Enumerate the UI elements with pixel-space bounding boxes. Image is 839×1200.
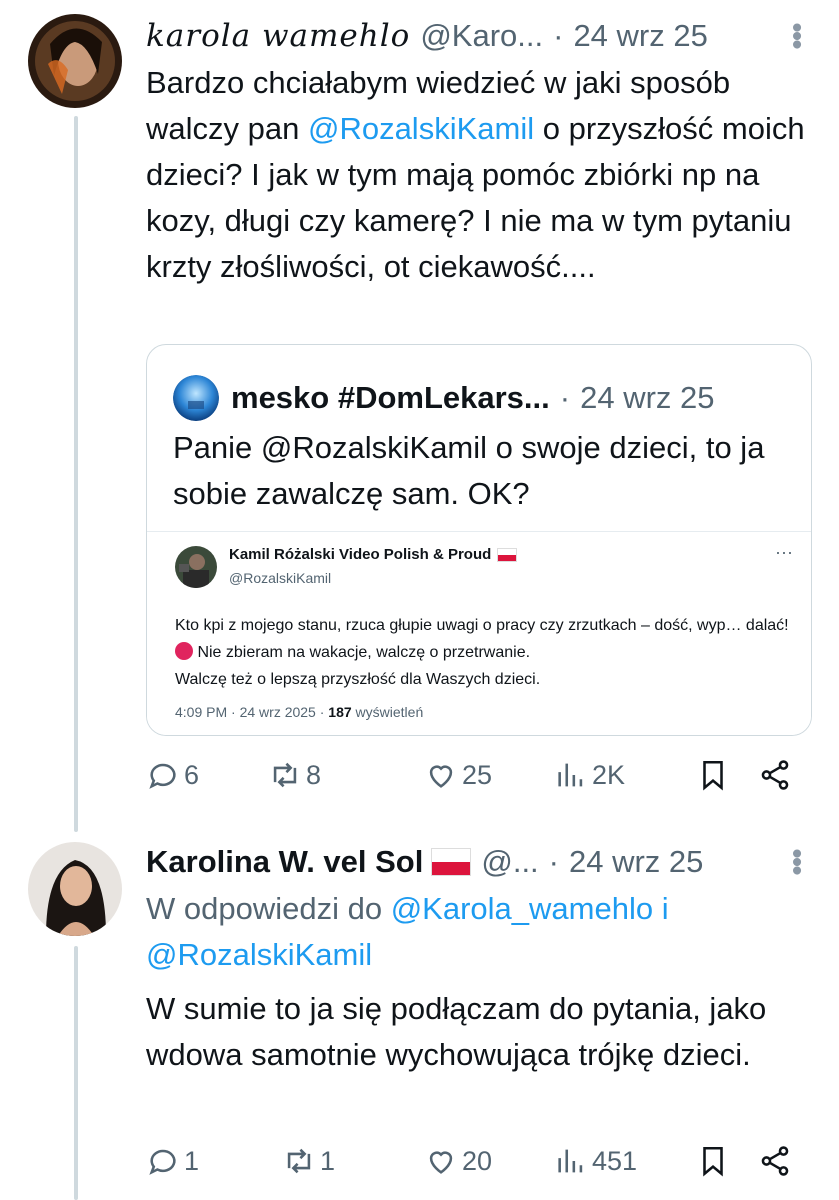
repost-count: 1 [320, 1145, 336, 1176]
mention-link[interactable]: @Karola_wamehlo [391, 891, 653, 926]
tweet-actions: 6 8 25 2K [146, 758, 809, 798]
bookmark-button[interactable] [696, 758, 730, 792]
repost-count: 8 [306, 759, 322, 790]
tweet-date[interactable]: 24 wrz 25 [569, 844, 703, 880]
bookmark-icon [703, 1146, 723, 1177]
share-button[interactable] [758, 758, 792, 792]
reply-button[interactable]: 6 [146, 758, 199, 792]
embedded-handle: @RozalskiKamil [229, 570, 332, 586]
embedded-more-icon: ··· [775, 542, 793, 562]
views-button[interactable]: 2K [554, 758, 625, 792]
like-count: 25 [462, 759, 493, 790]
tweet-header: karola wamehlo @Karo... · 24 wrz 25 ••• [146, 14, 813, 58]
embedded-text-line: Nie zbieram na wakacje, walczę o przetrw… [193, 644, 531, 661]
bookmark-icon [703, 760, 723, 791]
reply-icon [149, 1149, 176, 1175]
quote-header: mesko #DomLekars... · 24 wrz 25 [173, 375, 781, 421]
more-vertical-icon[interactable]: ••• [779, 848, 813, 874]
mention-link[interactable]: @RozalskiKamil [308, 111, 534, 146]
bookmark-button[interactable] [696, 1144, 730, 1178]
separator-dot: · [559, 380, 571, 415]
repost-icon [287, 1148, 311, 1174]
mention-link[interactable]: @RozalskiKamil [146, 937, 372, 972]
embedded-avatar-image [175, 546, 217, 588]
thread-line-2 [74, 946, 78, 1200]
repost-button[interactable]: 8 [268, 758, 321, 792]
like-count: 20 [462, 1145, 493, 1176]
embedded-author-name: Kamil Różalski Video Polish & Proud [229, 546, 518, 563]
avatar-image [28, 842, 122, 936]
thread-line-1 [74, 116, 78, 832]
reply-icon [149, 763, 176, 789]
separator-dot: · [553, 18, 564, 53]
poland-flag-icon [497, 547, 518, 562]
embedded-author-name-text: Kamil Różalski Video Polish & Proud [229, 546, 492, 563]
tweet-date[interactable]: 24 wrz 25 [573, 18, 707, 54]
avatar[interactable] [28, 14, 122, 108]
avatar-image [28, 14, 122, 108]
heart-icon [429, 1151, 453, 1174]
repost-button[interactable]: 1 [282, 1144, 335, 1178]
views-count: 451 [592, 1145, 638, 1176]
like-button[interactable]: 20 [424, 1144, 492, 1178]
more-vertical-icon[interactable]: ••• [779, 22, 813, 48]
quote-avatar [173, 375, 219, 421]
tweet-text: Bardzo chciałabym wiedzieć w jaki sposób… [146, 60, 811, 290]
views-button[interactable]: 451 [554, 1144, 637, 1178]
embedded-text: Kto kpi z mojego stanu, rzuca głupie uwa… [175, 612, 791, 693]
quote-date[interactable]: 24 wrz 25 [580, 380, 714, 416]
angry-face-icon [175, 642, 193, 660]
author-handle[interactable]: @Karo... [420, 18, 543, 54]
embedded-meta: 4:09 PM · 24 wrz 2025 · 187 wyświetleń [175, 704, 423, 720]
tweet-text: W sumie to ja się podłączam do pytania, … [146, 991, 767, 1072]
tweet-header: Karolina W. vel Sol @... · 24 wrz 25 ••• [146, 840, 813, 884]
reply-button[interactable]: 1 [146, 1144, 199, 1178]
avatar[interactable] [28, 842, 122, 936]
share-icon [761, 1146, 789, 1176]
embedded-text-line: Kto kpi z mojego stanu, rzuca głupie uwa… [175, 617, 789, 634]
share-button[interactable] [758, 1144, 792, 1178]
tweet-actions: 1 1 20 451 [146, 1144, 809, 1184]
share-icon [761, 760, 789, 790]
embedded-views-label: wyświetleń [351, 704, 424, 720]
embedded-text-line: Walczę też o lepszą przyszłość dla Waszy… [175, 671, 541, 688]
like-button[interactable]: 25 [424, 758, 492, 792]
heart-icon [429, 765, 453, 788]
views-chart-icon [558, 1149, 583, 1173]
embedded-views-count: 187 [328, 704, 352, 720]
embedded-avatar [175, 546, 217, 588]
quote-text: Panie @RozalskiKamil o swoje dzieci, to … [173, 430, 765, 511]
embedded-timestamp: 4:09 PM · 24 wrz 2025 · [175, 704, 329, 720]
reply-context-label: W odpowiedzi do [146, 891, 391, 926]
views-count: 2K [592, 759, 626, 790]
author-name[interactable]: karola wamehlo [146, 18, 410, 54]
author-handle[interactable]: @... [481, 844, 538, 880]
quote-author-name[interactable]: mesko #DomLekars... [231, 380, 550, 416]
reply-context-and: i [653, 891, 669, 926]
quoted-tweet[interactable]: mesko #DomLekars... · 24 wrz 25 Panie @R… [146, 344, 812, 736]
views-chart-icon [558, 763, 583, 787]
poland-flag-icon [431, 848, 472, 876]
repost-icon [273, 762, 297, 788]
reply-count: 1 [184, 1145, 200, 1176]
reply-count: 6 [184, 759, 200, 790]
reply-context: W odpowiedzi do @Karola_wamehlo i @Rozal… [146, 886, 811, 978]
embedded-screenshot[interactable]: Kamil Różalski Video Polish & Proud @Roz… [147, 531, 811, 735]
separator-dot: · [548, 844, 559, 879]
author-name[interactable]: Karolina W. vel Sol [146, 844, 423, 880]
quote-avatar-image [173, 375, 219, 421]
